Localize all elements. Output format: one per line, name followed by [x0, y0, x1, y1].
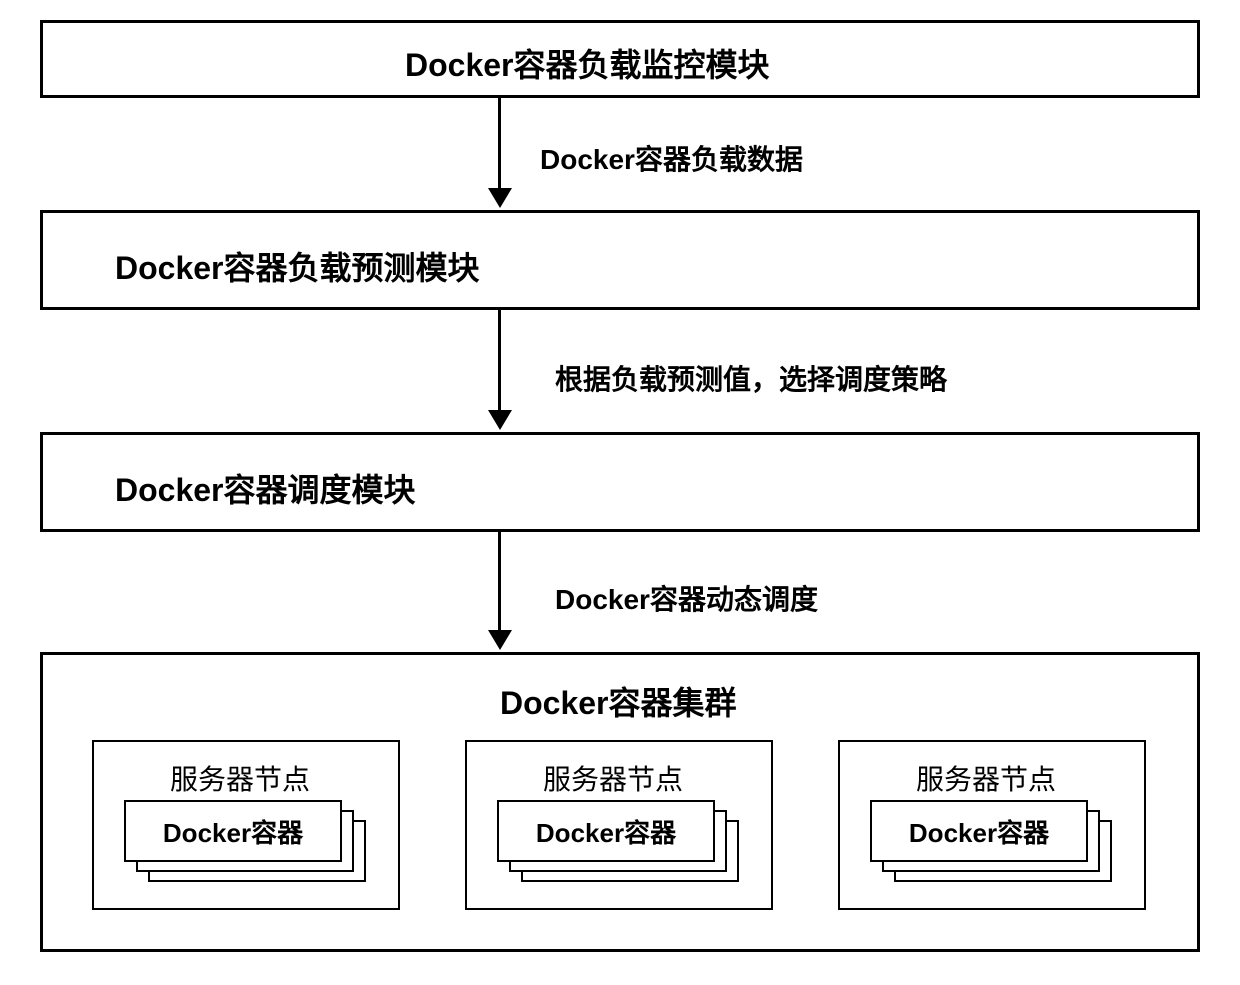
server-node-2-title: 服务器节点 — [543, 758, 683, 798]
arrow-3-label: Docker容器动态调度 — [555, 578, 818, 618]
server-node-1-title: 服务器节点 — [170, 758, 310, 798]
arrow-3-line — [498, 532, 501, 632]
arrow-2-line — [498, 310, 501, 412]
node1-container-label: Docker容器 — [163, 813, 303, 850]
label-schedule: Docker容器调度模块 — [115, 465, 416, 511]
diagram-canvas: Docker容器负载监控模块 Docker容器负载数据 Docker容器负载预测… — [0, 0, 1240, 985]
node2-container-label: Docker容器 — [536, 813, 676, 850]
arrow-2-label: 根据负载预测值，选择调度策略 — [555, 358, 947, 398]
arrow-1-label: Docker容器负载数据 — [540, 138, 803, 178]
label-monitor: Docker容器负载监控模块 — [405, 40, 770, 86]
arrow-1-line — [498, 98, 501, 190]
node1-stack-front: Docker容器 — [124, 800, 342, 862]
arrow-1-head — [488, 188, 512, 208]
label-cluster-title: Docker容器集群 — [500, 678, 737, 724]
node2-stack-front: Docker容器 — [497, 800, 715, 862]
node3-container-label: Docker容器 — [909, 813, 1049, 850]
server-node-3-title: 服务器节点 — [916, 758, 1056, 798]
arrow-3-head — [488, 630, 512, 650]
arrow-2-head — [488, 410, 512, 430]
label-predict: Docker容器负载预测模块 — [115, 243, 480, 289]
node3-stack-front: Docker容器 — [870, 800, 1088, 862]
